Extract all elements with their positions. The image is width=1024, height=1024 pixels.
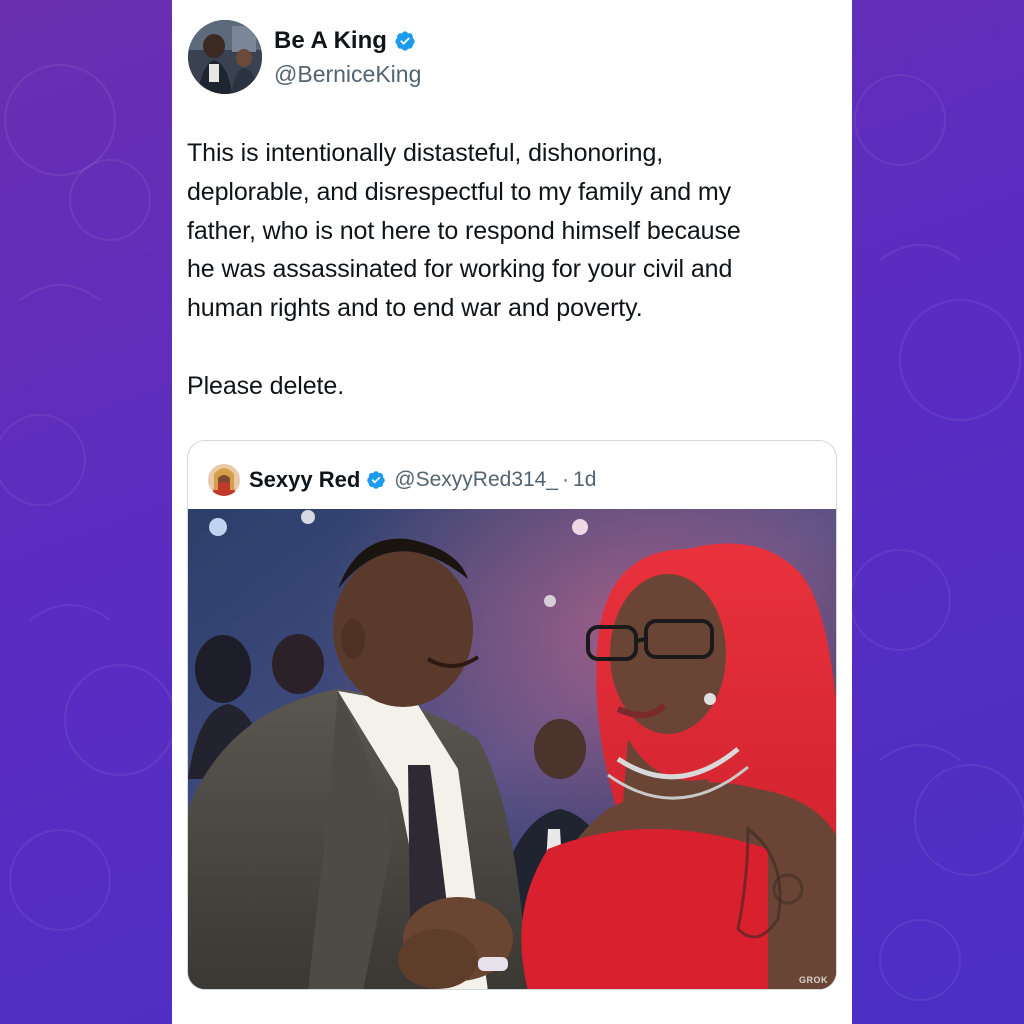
author-name-text[interactable]: Be A King [274, 27, 387, 55]
quoted-author-name[interactable]: Sexyy Red [249, 467, 360, 493]
quoted-timestamp[interactable]: 1d [573, 468, 596, 492]
media-watermark: GROK [799, 975, 828, 985]
author-display-name[interactable]: Be A King [274, 27, 416, 55]
verified-badge-icon [395, 31, 415, 51]
author-handle[interactable]: @BerniceKing [274, 61, 421, 88]
quoted-tweet-header: Sexyy Red @SexyyRed314_ · 1d [208, 463, 596, 497]
tweet-card: Be A King @BerniceKing This is intention… [172, 0, 852, 1024]
quoted-tweet[interactable]: Sexyy Red @SexyyRed314_ · 1d GROK [187, 440, 837, 990]
quoted-separator: · [562, 468, 570, 491]
quoted-author-avatar[interactable] [208, 464, 240, 496]
quoted-verified-badge-icon [367, 471, 386, 489]
author-avatar[interactable] [188, 20, 262, 94]
quoted-author-handle[interactable]: @SexyyRed314_ [394, 468, 558, 492]
quoted-tweet-image[interactable]: GROK [188, 509, 836, 989]
tweet-body-text: This is intentionally distasteful, disho… [187, 139, 741, 400]
